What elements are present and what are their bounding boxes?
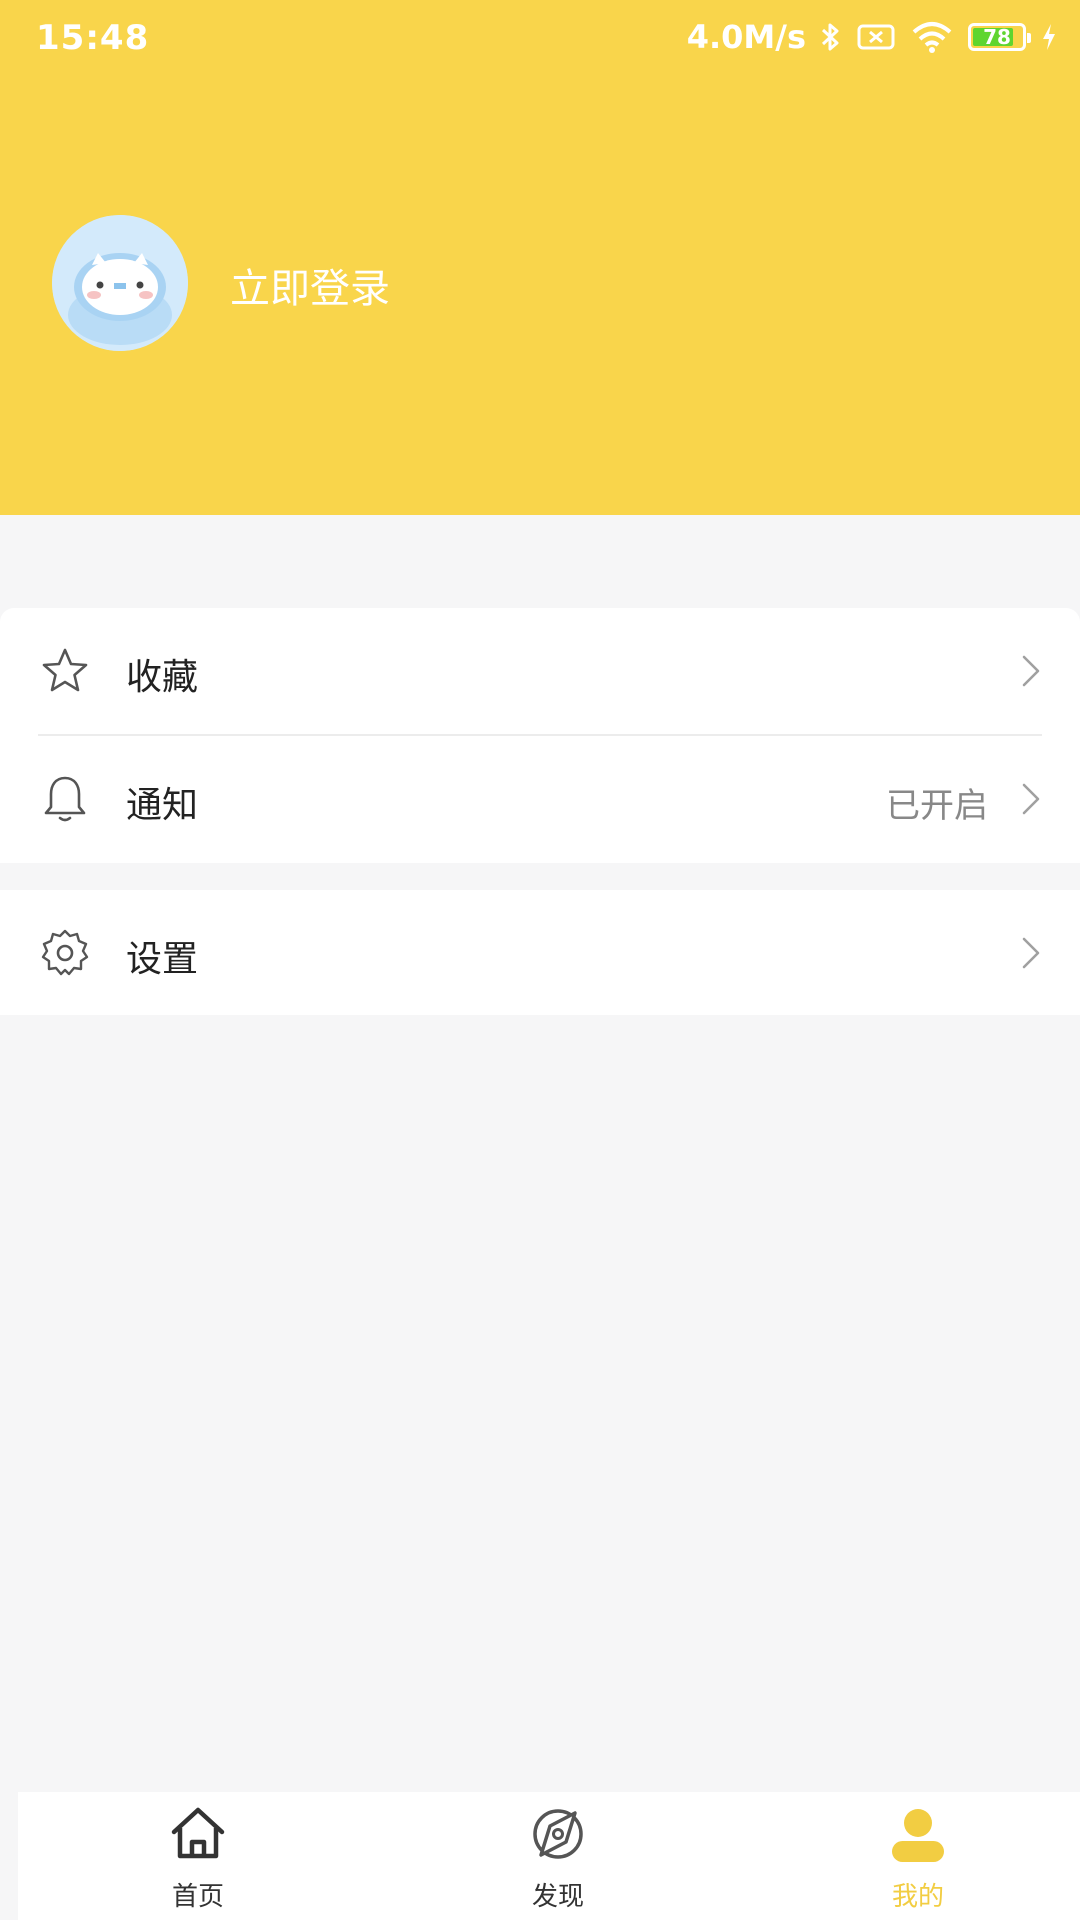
chevron-right-icon: [1022, 937, 1040, 969]
menu-item-favorites[interactable]: 收藏: [0, 608, 1080, 733]
menu-item-label: 设置: [126, 939, 199, 980]
chevron-right-icon: [1022, 783, 1040, 815]
menu-item-label: 通知: [126, 785, 199, 826]
gear-icon: [41, 929, 89, 976]
avatar[interactable]: [52, 215, 188, 351]
profile-header: 15:48 4.0M/s 78 立即登录: [0, 0, 1080, 515]
user-icon: [892, 1809, 944, 1862]
home-icon: [171, 1807, 225, 1859]
status-time: 15:48: [36, 18, 150, 58]
charging-icon: [1040, 22, 1058, 52]
tab-mine[interactable]: 我的: [818, 1792, 1018, 1920]
avatar-mascot-icon: [52, 215, 188, 351]
net-speed: 4.0M/s: [686, 18, 806, 56]
tab-discover[interactable]: 发现: [458, 1792, 658, 1920]
tab-home[interactable]: 首页: [98, 1792, 298, 1920]
status-bar: 15:48 4.0M/s 78: [0, 0, 1080, 78]
bottom-tab-bar: 首页 发现 我的: [18, 1792, 1080, 1920]
menu-item-label: 收藏: [126, 657, 199, 698]
wifi-icon: [910, 20, 954, 54]
star-icon: [42, 648, 88, 692]
chevron-right-icon: [1022, 655, 1040, 687]
battery-icon: 78: [968, 23, 1031, 51]
battery-level: 78: [983, 25, 1011, 49]
status-icons: 4.0M/s 78: [687, 18, 1058, 56]
notifications-status: 已开启: [886, 786, 988, 826]
tab-label: 我的: [891, 1882, 944, 1912]
bell-icon: [44, 776, 86, 822]
login-link[interactable]: 立即登录: [230, 256, 390, 314]
menu-card-primary: 收藏 通知 已开启: [0, 608, 1080, 863]
menu-item-notifications[interactable]: 通知 已开启: [0, 736, 1080, 861]
tab-label: 发现: [531, 1882, 584, 1912]
sim-off-icon: [856, 22, 896, 52]
menu-card-secondary: 设置: [0, 890, 1080, 1015]
compass-icon: [533, 1809, 583, 1859]
bluetooth-icon: [820, 21, 842, 53]
menu-item-settings[interactable]: 设置: [0, 890, 1080, 1015]
tab-label: 首页: [171, 1882, 224, 1912]
